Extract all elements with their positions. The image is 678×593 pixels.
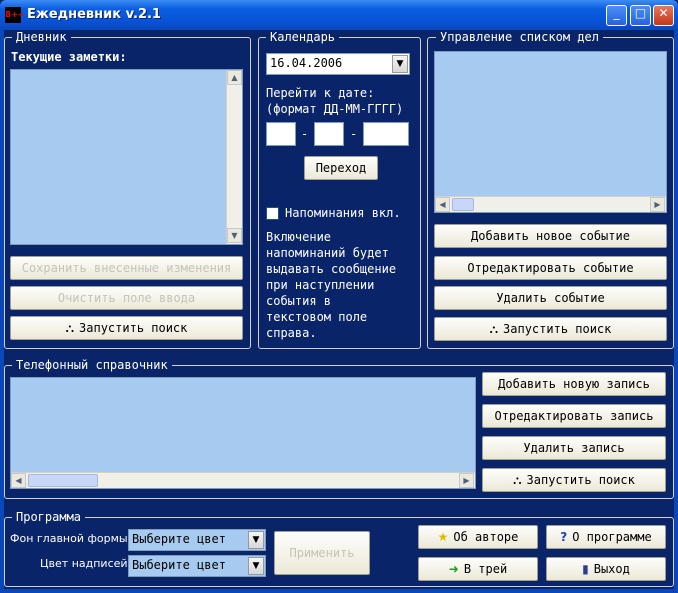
binoculars-icon: ⛬ <box>489 321 499 336</box>
reminders-description-line: текстовом поле <box>266 310 368 324</box>
diary-search-label: Запустить поиск <box>79 321 188 335</box>
about-program-button[interactable]: ? О программе <box>546 525 666 549</box>
star-icon: ★ <box>437 530 449 544</box>
tray-button[interactable]: ➜ В трей <box>418 557 538 581</box>
reminders-description-line: при наступлении <box>266 278 375 292</box>
binoculars-icon: ⛬ <box>65 320 75 335</box>
scroll-left-icon[interactable]: ◀ <box>11 473 26 488</box>
scroll-thumb[interactable] <box>28 474 98 487</box>
scroll-right-icon[interactable]: ▶ <box>459 473 474 488</box>
text-color-label: Цвет надписей: <box>40 557 132 570</box>
delete-record-button[interactable]: Удалить запись <box>482 436 666 460</box>
go-button[interactable]: Переход <box>304 156 378 180</box>
save-changes-button[interactable]: Сохранить внесенные изменения <box>10 256 243 280</box>
text-color-value: Выберите цвет <box>132 558 226 572</box>
phonebook-search-label: Запустить поиск <box>526 473 635 487</box>
reminders-description-line: события в <box>266 294 332 308</box>
goto-date-format-label: (формат ДД-ММ-ГГГГ) <box>266 102 404 116</box>
diary-search-button[interactable]: ⛬ Запустить поиск <box>10 316 243 340</box>
add-event-button[interactable]: Добавить новое событие <box>434 224 667 248</box>
calendar-legend: Календарь <box>266 30 340 44</box>
year-input[interactable] <box>363 122 409 146</box>
maximize-button[interactable]: □ <box>630 5 651 26</box>
edit-event-button[interactable]: Отредактировать событие <box>434 256 667 280</box>
window-frame-right <box>674 30 678 593</box>
close-button[interactable]: ✕ <box>653 5 674 26</box>
reminders-description-line: выдавать сообщение <box>266 262 397 276</box>
tasks-search-button[interactable]: ⛬ Запустить поиск <box>434 317 667 341</box>
tasks-list[interactable] <box>434 51 667 213</box>
reminders-description-line: напоминаний будет <box>266 246 389 260</box>
reminders-checkbox[interactable] <box>266 207 279 220</box>
reminders-description-line: справа. <box>266 326 317 340</box>
clear-input-button[interactable]: Очистить поле ввода <box>10 286 243 310</box>
reminders-label: Напоминания вкл. <box>285 206 401 220</box>
apply-button[interactable]: Применить <box>274 531 370 575</box>
about-author-label: Об авторе <box>453 530 519 544</box>
phonebook-legend: Телефонный справочник <box>12 358 172 372</box>
binoculars-icon: ⛬ <box>513 472 522 487</box>
text-color-select[interactable]: Выберите цвет ▼ <box>128 555 266 577</box>
delete-event-button[interactable]: Удалить событие <box>434 286 667 310</box>
scroll-down-icon[interactable]: ▼ <box>227 228 242 243</box>
reminders-description-line: Включение <box>266 230 332 244</box>
edit-record-button[interactable]: Отредактировать запись <box>482 404 666 428</box>
background-color-value: Выберите цвет <box>132 532 226 546</box>
date-value: 16.04.2006 <box>270 56 343 70</box>
diary-legend: Дневник <box>12 30 71 44</box>
scroll-left-icon[interactable]: ◀ <box>435 197 450 212</box>
date-separator: - <box>301 127 309 141</box>
date-picker[interactable]: 16.04.2006 ▼ <box>266 53 410 75</box>
question-icon: ? <box>560 530 568 544</box>
tray-label: В трей <box>463 562 508 576</box>
notes-vertical-scrollbar[interactable]: ▲ ▼ <box>226 70 242 244</box>
notes-textarea[interactable] <box>10 69 243 245</box>
exit-button[interactable]: ▮ Выход <box>546 557 666 581</box>
scroll-up-icon[interactable]: ▲ <box>227 70 242 85</box>
add-record-button[interactable]: Добавить новую запись <box>482 372 666 396</box>
tasks-horizontal-scrollbar[interactable]: ◀ ▶ <box>435 196 666 212</box>
phonebook-search-button[interactable]: ⛬ Запустить поиск <box>482 468 666 492</box>
day-input[interactable] <box>266 122 296 146</box>
about-author-button[interactable]: ★ Об авторе <box>418 525 538 549</box>
app-icon: В++ <box>5 7 25 23</box>
about-program-label: О программе <box>572 530 652 544</box>
chevron-down-icon[interactable]: ▼ <box>248 557 264 575</box>
goto-date-label: Перейти к дате: <box>266 86 375 100</box>
window-frame-bottom <box>0 589 678 593</box>
background-color-select[interactable]: Выберите цвет ▼ <box>128 529 266 551</box>
tasks-search-label: Запустить поиск <box>503 322 612 336</box>
month-input[interactable] <box>314 122 344 146</box>
exit-label: Выход <box>593 562 630 576</box>
minimize-button[interactable]: _ <box>606 5 627 26</box>
phonebook-horizontal-scrollbar[interactable]: ◀ ▶ <box>11 472 475 488</box>
arrow-right-icon: ➜ <box>448 562 459 576</box>
exit-door-icon: ▮ <box>582 562 589 576</box>
scroll-thumb[interactable] <box>452 198 474 211</box>
chevron-down-icon[interactable]: ▼ <box>248 531 264 549</box>
background-color-label: Фон главной формы: <box>10 532 132 545</box>
date-separator: - <box>350 127 358 141</box>
chevron-down-icon[interactable]: ▼ <box>392 55 408 73</box>
program-legend: Программа <box>12 510 86 524</box>
scroll-right-icon[interactable]: ▶ <box>650 197 665 212</box>
window-title: Ежедневник v.2.1 <box>27 7 161 22</box>
notes-label: Текущие заметки: <box>11 50 127 64</box>
tasks-legend: Управление списком дел <box>436 30 603 44</box>
